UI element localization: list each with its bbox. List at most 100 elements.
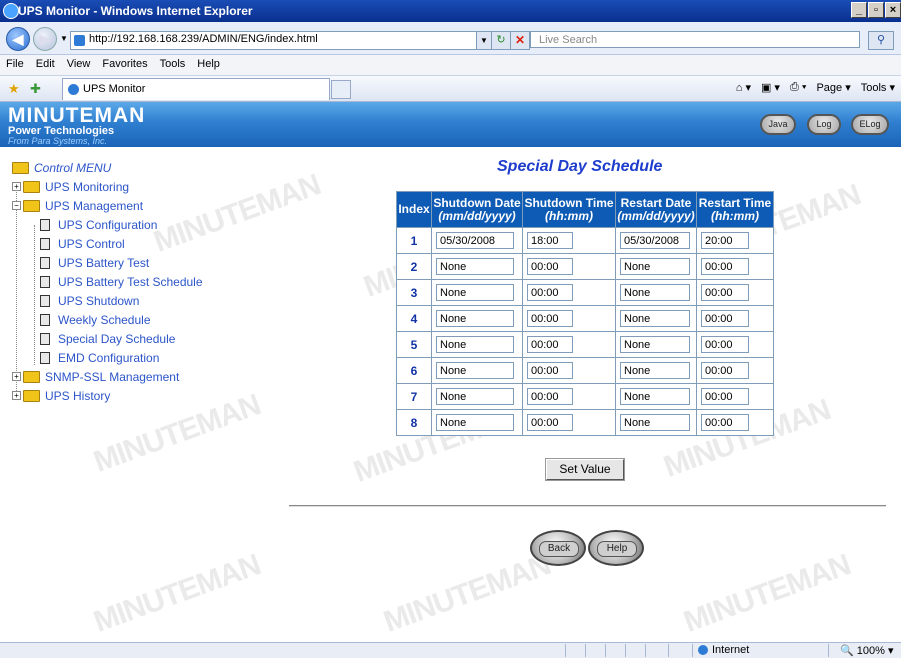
restart-time-input[interactable]: 20:00 (701, 232, 749, 249)
shutdown-date-input[interactable]: None (436, 388, 514, 405)
sidebar-item-ups-control[interactable]: UPS Control (12, 235, 203, 254)
page-icon (40, 332, 50, 345)
restart-time-input[interactable]: 00:00 (701, 414, 749, 431)
row-index: 4 (396, 305, 432, 332)
restart-date-input[interactable]: None (620, 388, 690, 405)
shutdown-time-input[interactable]: 00:00 (527, 336, 573, 353)
elog-button[interactable]: ELog (851, 114, 889, 135)
folder-open-icon (23, 199, 40, 212)
window-title: UPS Monitor - Windows Internet Explorer (18, 4, 253, 18)
shutdown-date-input[interactable]: None (436, 284, 514, 301)
shutdown-date-input[interactable]: None (436, 336, 514, 353)
sidebar-item-ups-battery-test-schedule[interactable]: UPS Battery Test Schedule (12, 273, 203, 292)
row-index: 7 (396, 383, 432, 410)
restart-date-input[interactable]: None (620, 362, 690, 379)
shutdown-time-input[interactable]: 00:00 (527, 310, 573, 327)
sidebar-item-emd-configuration[interactable]: EMD Configuration (12, 349, 203, 368)
tab-ups-monitor[interactable]: UPS Monitor (62, 78, 330, 100)
shutdown-time-input[interactable]: 00:00 (527, 284, 573, 301)
sidebar-item-ups-battery-test[interactable]: UPS Battery Test (12, 254, 203, 273)
folder-icon (23, 370, 40, 383)
menu-view[interactable]: View (61, 55, 97, 75)
browser-forward-button[interactable]: ▶ (33, 27, 57, 51)
refresh-icon[interactable]: ↻ (491, 31, 511, 50)
menu-edit[interactable]: Edit (30, 55, 61, 75)
zoom-level[interactable]: 🔍 100% ▾ (840, 644, 893, 657)
tab-bar: ★ ✚ UPS Monitor ⌂ ▾ ▣ ▾ ⎙ ▾ Page ▾ Tools… (0, 76, 901, 102)
restart-time-input[interactable]: 00:00 (701, 336, 749, 353)
sidebar-item-ups-configuration[interactable]: UPS Configuration (12, 216, 203, 235)
shutdown-date-input[interactable]: None (436, 362, 514, 379)
sidebar-item-ups-shutdown[interactable]: UPS Shutdown (12, 292, 203, 311)
row-index: 6 (396, 357, 432, 384)
expand-icon[interactable]: + (12, 391, 21, 401)
shutdown-time-input[interactable]: 00:00 (527, 414, 573, 431)
url-field[interactable]: http://192.168.168.239/ADMIN/ENG/index.h… (70, 31, 477, 50)
close-button[interactable]: × (885, 2, 901, 18)
restart-time-input[interactable]: 00:00 (701, 284, 749, 301)
window-title-bar: UPS Monitor - Windows Internet Explorer … (0, 0, 901, 22)
stop-icon[interactable]: ✕ (510, 31, 530, 50)
sidebar-item-ups-monitoring[interactable]: + UPS Monitoring (12, 178, 203, 197)
page-menu[interactable]: Page ▾ (816, 81, 850, 94)
restart-date-input[interactable]: 05/30/2008 (620, 232, 690, 249)
search-icon[interactable]: ⚲ (868, 31, 894, 50)
menu-tools[interactable]: Tools (154, 55, 192, 75)
column-header-restart-date: Restart Date (mm/dd/yyyy) (615, 191, 697, 228)
java-button[interactable]: Java (760, 114, 796, 135)
sidebar-item-special-day-schedule[interactable]: Special Day Schedule (12, 330, 203, 349)
tools-menu[interactable]: Tools ▾ (861, 81, 895, 94)
watermark: MINUTEMAN (679, 548, 855, 639)
shutdown-time-input[interactable]: 18:00 (527, 232, 573, 249)
restart-date-input[interactable]: None (620, 336, 690, 353)
restart-time-input[interactable]: 00:00 (701, 362, 749, 379)
back-button[interactable]: Back (530, 530, 586, 566)
row-index: 5 (396, 331, 432, 358)
help-button[interactable]: Help (588, 530, 644, 566)
favorites-star-icon[interactable]: ★ (8, 81, 20, 97)
browser-back-button[interactable]: ◀ (6, 27, 30, 51)
shutdown-time-input[interactable]: 00:00 (527, 258, 573, 275)
help-button-label: Help (597, 541, 637, 557)
url-dropdown-icon[interactable]: ▼ (476, 31, 492, 50)
restart-time-input[interactable]: 00:00 (701, 258, 749, 275)
menu-help[interactable]: Help (191, 55, 226, 75)
menu-favorites[interactable]: Favorites (96, 55, 153, 75)
restart-time-input[interactable]: 00:00 (701, 310, 749, 327)
sidebar-item-ups-management[interactable]: − UPS Management (12, 197, 203, 216)
expand-icon[interactable]: + (12, 372, 21, 382)
row-index: 1 (396, 227, 432, 254)
collapse-icon[interactable]: − (12, 201, 21, 211)
home-icon[interactable]: ⌂ ▾ (736, 81, 751, 94)
history-dropdown-icon[interactable]: ▼ (60, 34, 68, 43)
restart-date-input[interactable]: None (620, 414, 690, 431)
table-row: 5 None 00:00 None 00:00 (396, 331, 774, 358)
add-favorites-icon[interactable]: ✚ (30, 81, 41, 97)
sidebar-item-weekly-schedule[interactable]: Weekly Schedule (12, 311, 203, 330)
shutdown-date-input[interactable]: None (436, 310, 514, 327)
shutdown-time-input[interactable]: 00:00 (527, 388, 573, 405)
shutdown-date-input[interactable]: None (436, 414, 514, 431)
restart-date-input[interactable]: None (620, 284, 690, 301)
shutdown-date-input[interactable]: 05/30/2008 (436, 232, 514, 249)
search-input[interactable]: Live Search (530, 31, 860, 48)
restart-date-input[interactable]: None (620, 258, 690, 275)
sidebar-item-ups-history[interactable]: + UPS History (12, 387, 203, 406)
menu-file[interactable]: File (0, 55, 30, 75)
shutdown-time-input[interactable]: 00:00 (527, 362, 573, 379)
expand-icon[interactable]: + (12, 182, 21, 192)
feeds-icon[interactable]: ▣ ▾ (761, 81, 780, 94)
set-value-button[interactable]: Set Value (545, 458, 625, 481)
table-row: 7 None 00:00 None 00:00 (396, 383, 774, 410)
restart-date-input[interactable]: None (620, 310, 690, 327)
shutdown-date-input[interactable]: None (436, 258, 514, 275)
log-button[interactable]: Log (807, 114, 841, 135)
maximize-button[interactable]: ▫ (868, 2, 884, 18)
ie-icon (3, 3, 19, 19)
new-tab-button[interactable] (331, 80, 351, 99)
restart-time-input[interactable]: 00:00 (701, 388, 749, 405)
print-icon[interactable]: ⎙ ▾ (790, 81, 806, 94)
sidebar-item-snmp-ssl-management[interactable]: + SNMP-SSL Management (12, 368, 203, 387)
globe-icon (698, 645, 708, 656)
minimize-button[interactable]: _ (851, 2, 867, 18)
